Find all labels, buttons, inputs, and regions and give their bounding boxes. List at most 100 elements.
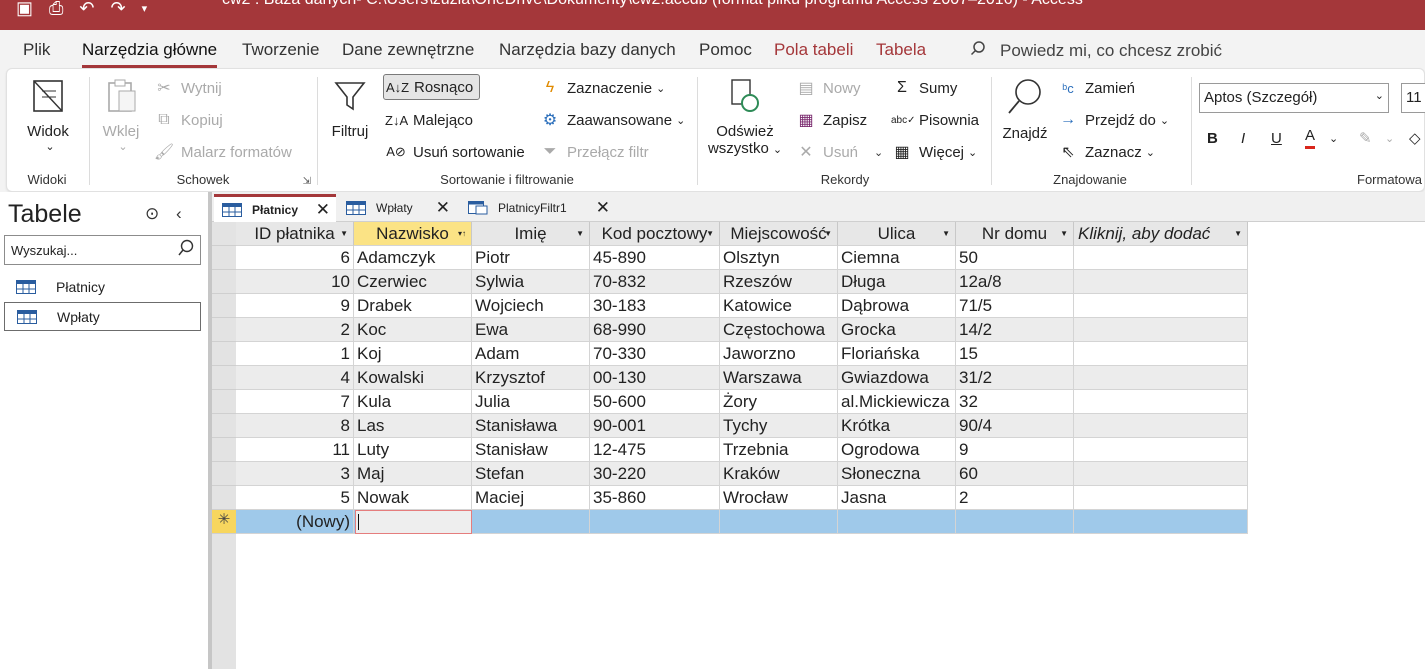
filtruj-button[interactable]: Filtruj [327,77,373,140]
sort-ascending-icon[interactable]: ▾↑ [458,229,466,238]
underline-button[interactable]: U [1271,125,1282,151]
odswiez-wszystko-button[interactable]: Odśwież wszystko ⌄ [707,77,783,157]
table-cell[interactable]: Tychy [720,414,838,438]
chevron-down-icon[interactable]: ▼ [824,229,832,238]
table-cell[interactable]: Adam [472,342,590,366]
zamien-button[interactable]: ᵇc Zamień [1057,75,1135,101]
bold-button[interactable]: B [1207,125,1218,151]
table-cell[interactable] [1074,390,1248,414]
new-row-cell[interactable] [838,510,956,534]
chevron-down-icon[interactable]: ⌄ [1385,125,1394,151]
column-header[interactable]: Kod pocztowy ▼ [590,222,720,246]
new-row-cell[interactable]: (Nowy) [236,510,354,534]
doc-tab-wplaty[interactable]: Wpłaty ✕ [338,194,456,222]
table-cell[interactable]: Wojciech [472,294,590,318]
usun-sortowanie-button[interactable]: A⊘ Usuń sortowanie [385,139,525,165]
table-cell[interactable]: 32 [956,390,1074,414]
table-cell[interactable] [1074,414,1248,438]
record-selector[interactable] [212,342,236,366]
chevron-down-icon[interactable]: ▼ [1060,229,1068,238]
sumy-button[interactable]: Σ Sumy [891,75,957,101]
table-cell[interactable]: Długa [838,270,956,294]
font-size-select[interactable]: 11 [1401,83,1425,113]
table-cell[interactable]: Wrocław [720,486,838,510]
table-cell[interactable]: 5 [236,486,354,510]
redo-icon[interactable]: ↷ [111,0,126,19]
table-cell[interactable]: Jasna [838,486,956,510]
doc-tab-platnicyfiltr1[interactable]: PlatnicyFiltr1 ✕ [460,194,616,222]
doc-tab-platnicy[interactable]: Płatnicy ✕ [214,194,336,222]
new-row-cell[interactable] [590,510,720,534]
table-cell[interactable]: Rzeszów [720,270,838,294]
table-cell[interactable]: Stanisław [472,438,590,462]
table-cell[interactable]: 1 [236,342,354,366]
table-cell[interactable]: 3 [236,462,354,486]
table-cell[interactable]: 2 [236,318,354,342]
column-header[interactable]: Ulica ▼ [838,222,956,246]
table-cell[interactable]: 90/4 [956,414,1074,438]
zaznaczenie-button[interactable]: ϟ Zaznaczenie ⌄ [539,75,666,101]
record-selector[interactable] [212,438,236,462]
table-cell[interactable]: 50 [956,246,1074,270]
chevron-down-icon[interactable]: ▼ [706,229,714,238]
table-cell[interactable] [1074,270,1248,294]
zapisz-button[interactable]: ▦ Zapisz [795,107,867,133]
nav-menu-icon[interactable]: ⊙ [145,204,159,223]
table-cell[interactable]: Olsztyn [720,246,838,270]
table-cell[interactable]: 9 [956,438,1074,462]
chevron-down-icon[interactable]: ▼ [576,229,584,238]
close-icon[interactable]: ✕ [316,200,330,220]
record-selector[interactable] [212,462,236,486]
column-header[interactable]: Nazwisko ▾↑ [354,222,472,246]
tab-pola-tabeli[interactable]: Pola tabeli [774,40,853,60]
table-cell[interactable]: Stanisława [472,414,590,438]
table-cell[interactable]: 70-330 [590,342,720,366]
nav-search-input[interactable]: Wyszukaj... [4,235,201,265]
tab-plik[interactable]: Plik [23,40,50,60]
przejdz-do-button[interactable]: → Przejdź do ⌄ [1057,107,1169,133]
tab-narzedzia-bazy-danych[interactable]: Narzędzia bazy danych [499,40,676,60]
table-cell[interactable]: Sylwia [472,270,590,294]
table-cell[interactable]: 00-130 [590,366,720,390]
table-cell[interactable]: Grocka [838,318,956,342]
fill-color-icon[interactable]: ◇ [1409,125,1421,151]
malarz-formatow-button[interactable]: 🖌 Malarz formatów [153,139,292,165]
table-cell[interactable]: 14/2 [956,318,1074,342]
table-cell[interactable]: 8 [236,414,354,438]
new-row-cell[interactable] [956,510,1074,534]
usun-button[interactable]: ✕ Usuń ⌄ [795,139,883,165]
table-cell[interactable]: Ciemna [838,246,956,270]
rosnaco-button[interactable]: A↓Z Rosnąco [383,74,481,100]
record-selector[interactable] [212,486,236,510]
table-cell[interactable]: Floriańska [838,342,956,366]
record-selector[interactable] [212,390,236,414]
italic-button[interactable]: I [1241,125,1245,151]
table-cell[interactable]: 11 [236,438,354,462]
table-cell[interactable]: 30-183 [590,294,720,318]
table-cell[interactable]: 71/5 [956,294,1074,318]
table-cell[interactable]: Drabek [354,294,472,318]
table-cell[interactable]: 90-001 [590,414,720,438]
table-cell[interactable]: 31/2 [956,366,1074,390]
table-cell[interactable]: Piotr [472,246,590,270]
table-cell[interactable]: Adamczyk [354,246,472,270]
new-row-cell[interactable] [720,510,838,534]
column-header[interactable]: Imię ▼ [472,222,590,246]
table-cell[interactable]: 9 [236,294,354,318]
chevron-down-icon[interactable]: ▼ [1234,229,1242,238]
table-cell[interactable] [1074,438,1248,462]
close-icon[interactable]: ✕ [596,198,610,218]
dialog-launcher-icon[interactable]: ⇲ [303,176,311,187]
table-cell[interactable]: Żory [720,390,838,414]
table-cell[interactable] [1074,294,1248,318]
record-selector[interactable] [212,270,236,294]
table-cell[interactable]: 35-860 [590,486,720,510]
record-selector[interactable] [212,246,236,270]
column-header[interactable]: Nr domu ▼ [956,222,1074,246]
tab-tworzenie[interactable]: Tworzenie [242,40,319,60]
table-cell[interactable]: Krótka [838,414,956,438]
wklej-button[interactable]: Wklej ⌄ [99,77,143,153]
column-header[interactable]: Miejscowość ▼ [720,222,838,246]
table-cell[interactable] [1074,486,1248,510]
table-cell[interactable]: Dąbrowa [838,294,956,318]
